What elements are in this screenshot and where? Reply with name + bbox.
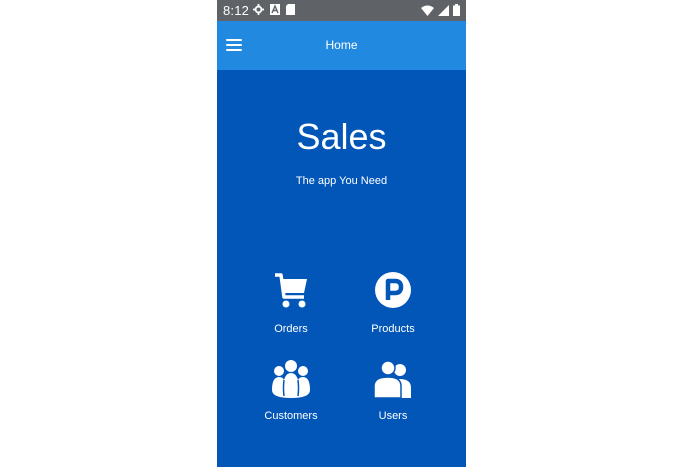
parking-p-icon	[375, 272, 411, 308]
orders-button[interactable]: Orders	[246, 271, 336, 341]
app-title: Sales	[296, 116, 387, 157]
status-time: 8:12	[223, 3, 250, 18]
products-button[interactable]: Products	[348, 271, 438, 341]
battery-icon	[453, 4, 460, 16]
status-bar: 8:12	[217, 0, 466, 21]
customers-button[interactable]: Customers	[246, 358, 336, 428]
signal-icon	[438, 4, 449, 16]
phone-screen: 8:12 Home Sales The app You Need Orders …	[217, 0, 466, 467]
settings-icon	[253, 4, 264, 15]
page-title: Home	[325, 38, 358, 52]
status-left-icons	[253, 4, 295, 15]
products-label: Products	[371, 323, 415, 335]
app-bar: Home	[217, 21, 466, 70]
wifi-icon	[421, 5, 434, 16]
users-button[interactable]: Users	[348, 358, 438, 428]
users-label: Users	[378, 410, 408, 422]
status-right-icons	[421, 4, 460, 16]
users-icon	[373, 360, 411, 399]
shopping-cart-icon	[275, 273, 307, 308]
sd-card-icon	[286, 4, 295, 15]
customers-label: Customers	[264, 410, 318, 422]
group-icon	[272, 360, 310, 398]
app-subtitle: The app You Need	[295, 175, 388, 187]
orders-label: Orders	[274, 323, 308, 335]
a-icon	[270, 4, 280, 15]
